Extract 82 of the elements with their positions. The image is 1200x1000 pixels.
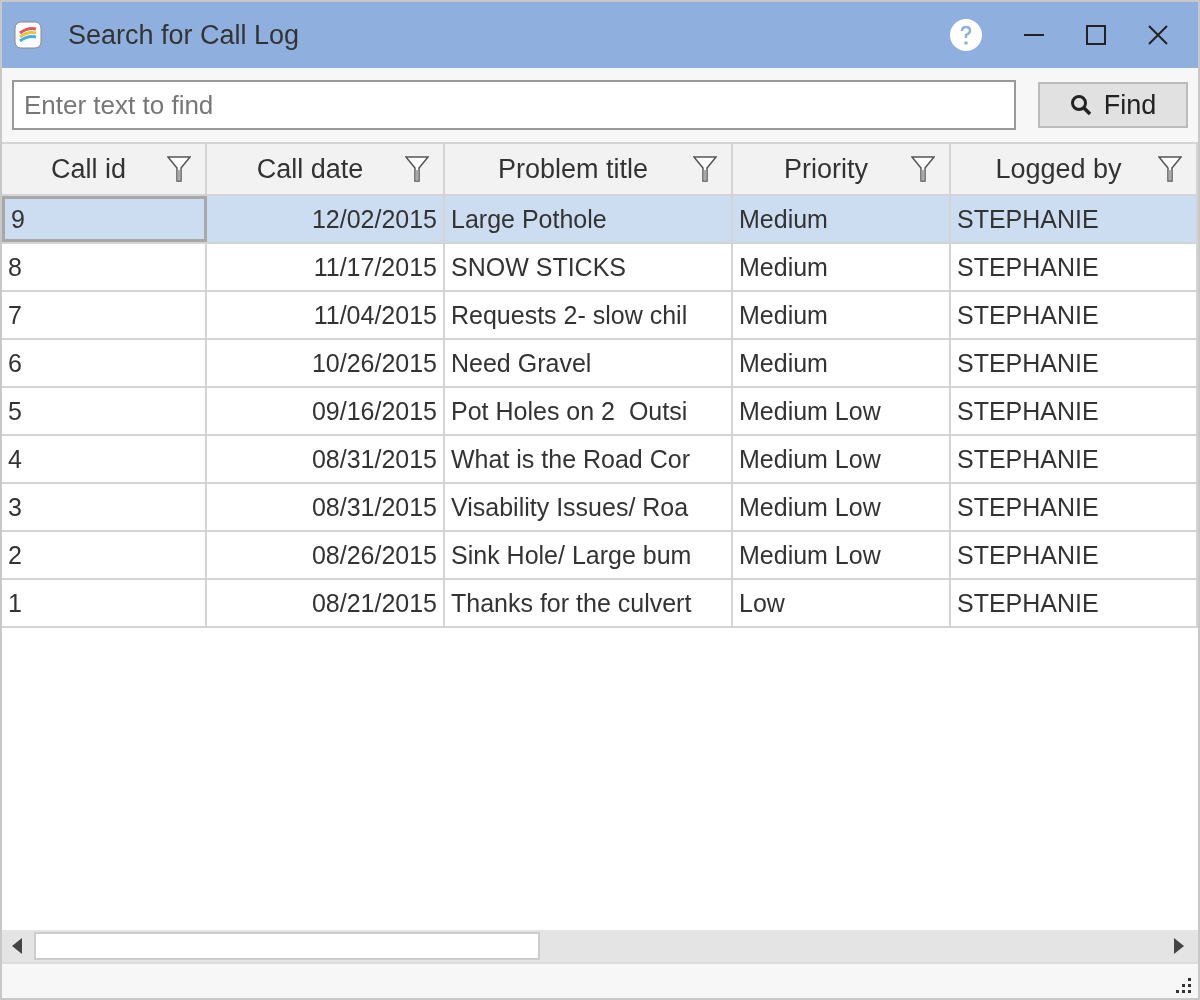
scrollbar-thumb[interactable] (34, 932, 540, 960)
table-cell: STEPHANIE (951, 196, 1198, 242)
column-label: Problem title (497, 153, 649, 185)
resize-grip-icon[interactable] (1176, 978, 1192, 994)
close-icon[interactable] (1148, 25, 1168, 45)
table-cell: Medium Low (733, 388, 951, 434)
table-cell: STEPHANIE (951, 340, 1198, 386)
column-header[interactable]: Call id (2, 144, 207, 194)
filter-icon[interactable] (405, 156, 429, 182)
column-label: Priority (784, 153, 868, 185)
table-cell: 2 (2, 532, 207, 578)
table-cell: 7 (2, 292, 207, 338)
table-cell: Medium (733, 196, 951, 242)
column-label: Call id (51, 153, 126, 185)
table-row[interactable]: 1 08/21/2015 Thanks for the culvert Low STEPHANIE (2, 580, 1198, 628)
table-cell: SNOW STICKS (445, 244, 733, 290)
table-cell: 3 (2, 484, 207, 530)
table-cell: What is the Road Cor (445, 436, 733, 482)
table-cell: 1 (2, 580, 207, 626)
table-cell: STEPHANIE (951, 436, 1198, 482)
table-row[interactable]: 7 11/04/2015 Requests 2- slow chil Medium STEPHANIE (2, 292, 1198, 340)
table-cell: Sink Hole/ Large bum (445, 532, 733, 578)
column-header[interactable]: Logged by (951, 144, 1198, 194)
table-row[interactable]: 2 08/26/2015 Sink Hole/ Large bum Medium Low STEPHANIE (2, 532, 1198, 580)
table-cell: 08/21/2015 (207, 580, 445, 626)
table-cell: 9 (2, 196, 207, 242)
table-cell: 11/04/2015 (207, 292, 445, 338)
table-cell: 09/16/2015 (207, 388, 445, 434)
table-cell: Medium Low (733, 436, 951, 482)
table-cell: STEPHANIE (951, 292, 1198, 338)
filter-icon[interactable] (911, 156, 935, 182)
table-cell: 08/31/2015 (207, 436, 445, 482)
table-row[interactable]: 4 08/31/2015 What is the Road Cor Medium Low STEPHANIE (2, 436, 1198, 484)
table-cell: STEPHANIE (951, 532, 1198, 578)
search-field[interactable]: Enter text to find (12, 80, 1016, 130)
table-cell: Large Pothole (445, 196, 733, 242)
table-cell: 11/17/2015 (207, 244, 445, 290)
table-cell: STEPHANIE (951, 244, 1198, 290)
table-row[interactable]: 5 09/16/2015 Pot Holes on 2 Outsi Medium Low STEPHANIE (2, 388, 1198, 436)
maximize-icon[interactable] (1086, 25, 1106, 45)
table-cell: Thanks for the culvert (445, 580, 733, 626)
table-cell: Requests 2- slow chil (445, 292, 733, 338)
table-cell: 08/31/2015 (207, 484, 445, 530)
table-cell: Low (733, 580, 951, 626)
filter-icon[interactable] (1158, 156, 1182, 182)
find-button[interactable]: Find (1038, 82, 1188, 128)
table-cell: STEPHANIE (951, 388, 1198, 434)
app-icon (14, 21, 42, 49)
horizontal-scrollbar[interactable] (2, 930, 1198, 962)
scroll-left-icon[interactable] (12, 938, 22, 954)
scroll-right-icon[interactable] (1174, 938, 1184, 954)
table-cell: Need Gravel (445, 340, 733, 386)
search-icon (1069, 94, 1092, 116)
table-cell: 10/26/2015 (207, 340, 445, 386)
table-cell: Medium (733, 292, 951, 338)
table-cell: STEPHANIE (951, 580, 1198, 626)
table-cell: STEPHANIE (951, 484, 1198, 530)
table-cell: Medium Low (733, 484, 951, 530)
table-cell: Medium (733, 244, 951, 290)
table-cell: Visability Issues/ Roa (445, 484, 733, 530)
column-label: Logged by (995, 153, 1122, 185)
column-header[interactable]: Call date (207, 144, 445, 194)
table-row[interactable]: 6 10/26/2015 Need Gravel Medium STEPHANIE (2, 340, 1198, 388)
table-row[interactable]: 9 12/02/2015 Large Pothole Medium STEPHANIE (2, 196, 1198, 244)
minimize-icon[interactable] (1024, 33, 1044, 37)
window-title: Search for Call Log (68, 19, 300, 51)
table-cell: 6 (2, 340, 207, 386)
filter-icon[interactable] (167, 156, 191, 182)
table-cell: 08/26/2015 (207, 532, 445, 578)
column-header[interactable]: Problem title (445, 144, 733, 194)
table-cell: 12/02/2015 (207, 196, 445, 242)
column-label: Call date (256, 153, 364, 185)
table-cell: Medium (733, 340, 951, 386)
table-cell: Pot Holes on 2 Outsi (445, 388, 733, 434)
filter-icon[interactable] (693, 156, 717, 182)
table-row[interactable]: 8 11/17/2015 SNOW STICKS Medium STEPHANIE (2, 244, 1198, 292)
column-header[interactable]: Priority (733, 144, 951, 194)
table-cell: 5 (2, 388, 207, 434)
table-cell: 4 (2, 436, 207, 482)
table-cell: Medium Low (733, 532, 951, 578)
table-cell: 8 (2, 244, 207, 290)
table-row[interactable]: 3 08/31/2015 Visability Issues/ Roa Medium Low STEPHANIE (2, 484, 1198, 532)
